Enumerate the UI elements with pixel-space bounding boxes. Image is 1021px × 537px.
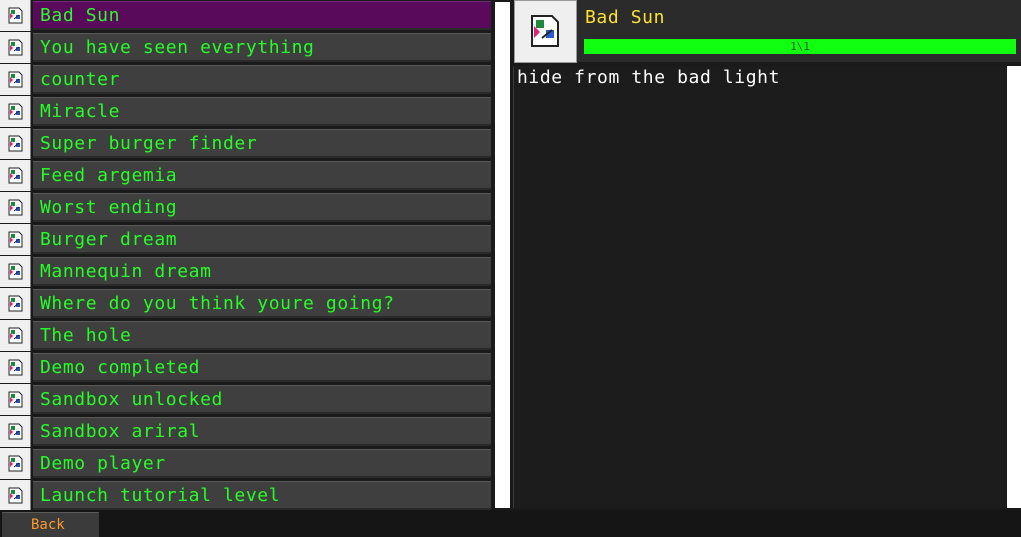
progress-bar: 1\1 xyxy=(584,39,1016,54)
achievement-label-cell[interactable]: Miracle xyxy=(33,97,491,126)
achievement-label-cell[interactable]: Sandbox unlocked xyxy=(33,385,491,414)
achievement-row[interactable]: Demo player xyxy=(0,448,493,480)
achievement-label-cell[interactable]: Launch tutorial level xyxy=(33,481,491,510)
achievement-row[interactable]: Bad Sun xyxy=(0,0,493,32)
broken-image-icon xyxy=(0,288,31,319)
broken-image-icon xyxy=(0,96,31,127)
broken-image-icon xyxy=(0,64,31,95)
achievement-row[interactable]: Feed argemia xyxy=(0,160,493,192)
achievement-label-cell[interactable]: Demo player xyxy=(33,449,491,478)
achievement-label: Launch tutorial level xyxy=(40,485,281,506)
achievement-row[interactable]: Worst ending xyxy=(0,192,493,224)
achievement-label: Feed argemia xyxy=(40,165,178,186)
achievement-label-cell[interactable]: Worst ending xyxy=(33,193,491,222)
broken-image-icon xyxy=(0,32,31,63)
list-scrollbar[interactable] xyxy=(495,2,510,508)
broken-image-icon xyxy=(0,416,31,447)
bottom-bar xyxy=(0,510,1021,537)
achievement-label: Sandbox unlocked xyxy=(40,389,223,410)
broken-image-icon xyxy=(0,224,31,255)
achievement-label-cell[interactable]: The hole xyxy=(33,321,491,350)
achievement-row[interactable]: Where do you think youre going? xyxy=(0,288,493,320)
broken-image-icon xyxy=(0,384,31,415)
achievement-label-cell[interactable]: You have seen everything xyxy=(33,33,491,62)
achievement-label: Super burger finder xyxy=(40,133,258,154)
progress-text: 1\1 xyxy=(790,40,810,53)
achievement-row[interactable]: You have seen everything xyxy=(0,32,493,64)
achievement-label: Burger dream xyxy=(40,229,178,250)
broken-image-icon xyxy=(0,320,31,351)
achievement-row[interactable]: counter xyxy=(0,64,493,96)
achievement-row[interactable]: Miracle xyxy=(0,96,493,128)
achievement-label-cell[interactable]: Feed argemia xyxy=(33,161,491,190)
achievement-label: Demo player xyxy=(40,453,166,474)
back-button[interactable]: Back xyxy=(2,512,99,537)
achievement-title: Bad Sun xyxy=(585,7,666,28)
achievement-label-cell[interactable]: Mannequin dream xyxy=(33,257,491,286)
achievement-label: Bad Sun xyxy=(40,5,121,26)
achievement-label-cell[interactable]: Where do you think youre going? xyxy=(33,289,491,318)
achievement-row[interactable]: Launch tutorial level xyxy=(0,480,493,510)
achievement-row[interactable]: Sandbox ariral xyxy=(0,416,493,448)
achievement-label: The hole xyxy=(40,325,132,346)
achievement-label: Worst ending xyxy=(40,197,178,218)
achievement-label: You have seen everything xyxy=(40,37,315,58)
achievement-row[interactable]: Super burger finder xyxy=(0,128,493,160)
achievement-row[interactable]: Burger dream xyxy=(0,224,493,256)
achievement-row[interactable]: Demo completed xyxy=(0,352,493,384)
achievement-label-cell[interactable]: Sandbox ariral xyxy=(33,417,491,446)
broken-image-icon xyxy=(0,128,31,159)
broken-image-icon xyxy=(0,192,31,223)
achievement-label-cell[interactable]: Bad Sun xyxy=(33,1,491,30)
broken-image-icon xyxy=(0,352,31,383)
achievement-label: Where do you think youre going? xyxy=(40,293,395,314)
description-panel: hide from the bad light xyxy=(513,66,1006,508)
achievement-label: Sandbox ariral xyxy=(40,421,201,442)
achievement-label: Miracle xyxy=(40,101,121,122)
broken-image-icon xyxy=(0,448,31,479)
broken-image-icon xyxy=(514,0,577,63)
achievement-label: counter xyxy=(40,69,121,90)
achievement-label-cell[interactable]: Burger dream xyxy=(33,225,491,254)
achievement-label-cell[interactable]: Super burger finder xyxy=(33,129,491,158)
broken-image-icon xyxy=(0,256,31,287)
achievement-row[interactable]: Mannequin dream xyxy=(0,256,493,288)
achievement-label-cell[interactable]: counter xyxy=(33,65,491,94)
achievement-row[interactable]: The hole xyxy=(0,320,493,352)
achievement-description: hide from the bad light xyxy=(517,67,781,88)
description-scrollbar[interactable] xyxy=(1007,66,1021,508)
achievement-row[interactable]: Sandbox unlocked xyxy=(0,384,493,416)
broken-image-icon xyxy=(0,480,31,510)
achievement-list: Bad Sun You have seen everything counter Mi… xyxy=(0,0,493,510)
achievement-label: Mannequin dream xyxy=(40,261,212,282)
broken-image-icon xyxy=(0,0,31,31)
back-button-label: Back xyxy=(31,517,65,533)
broken-image-icon xyxy=(0,160,31,191)
achievement-label: Demo completed xyxy=(40,357,201,378)
achievement-label-cell[interactable]: Demo completed xyxy=(33,353,491,382)
